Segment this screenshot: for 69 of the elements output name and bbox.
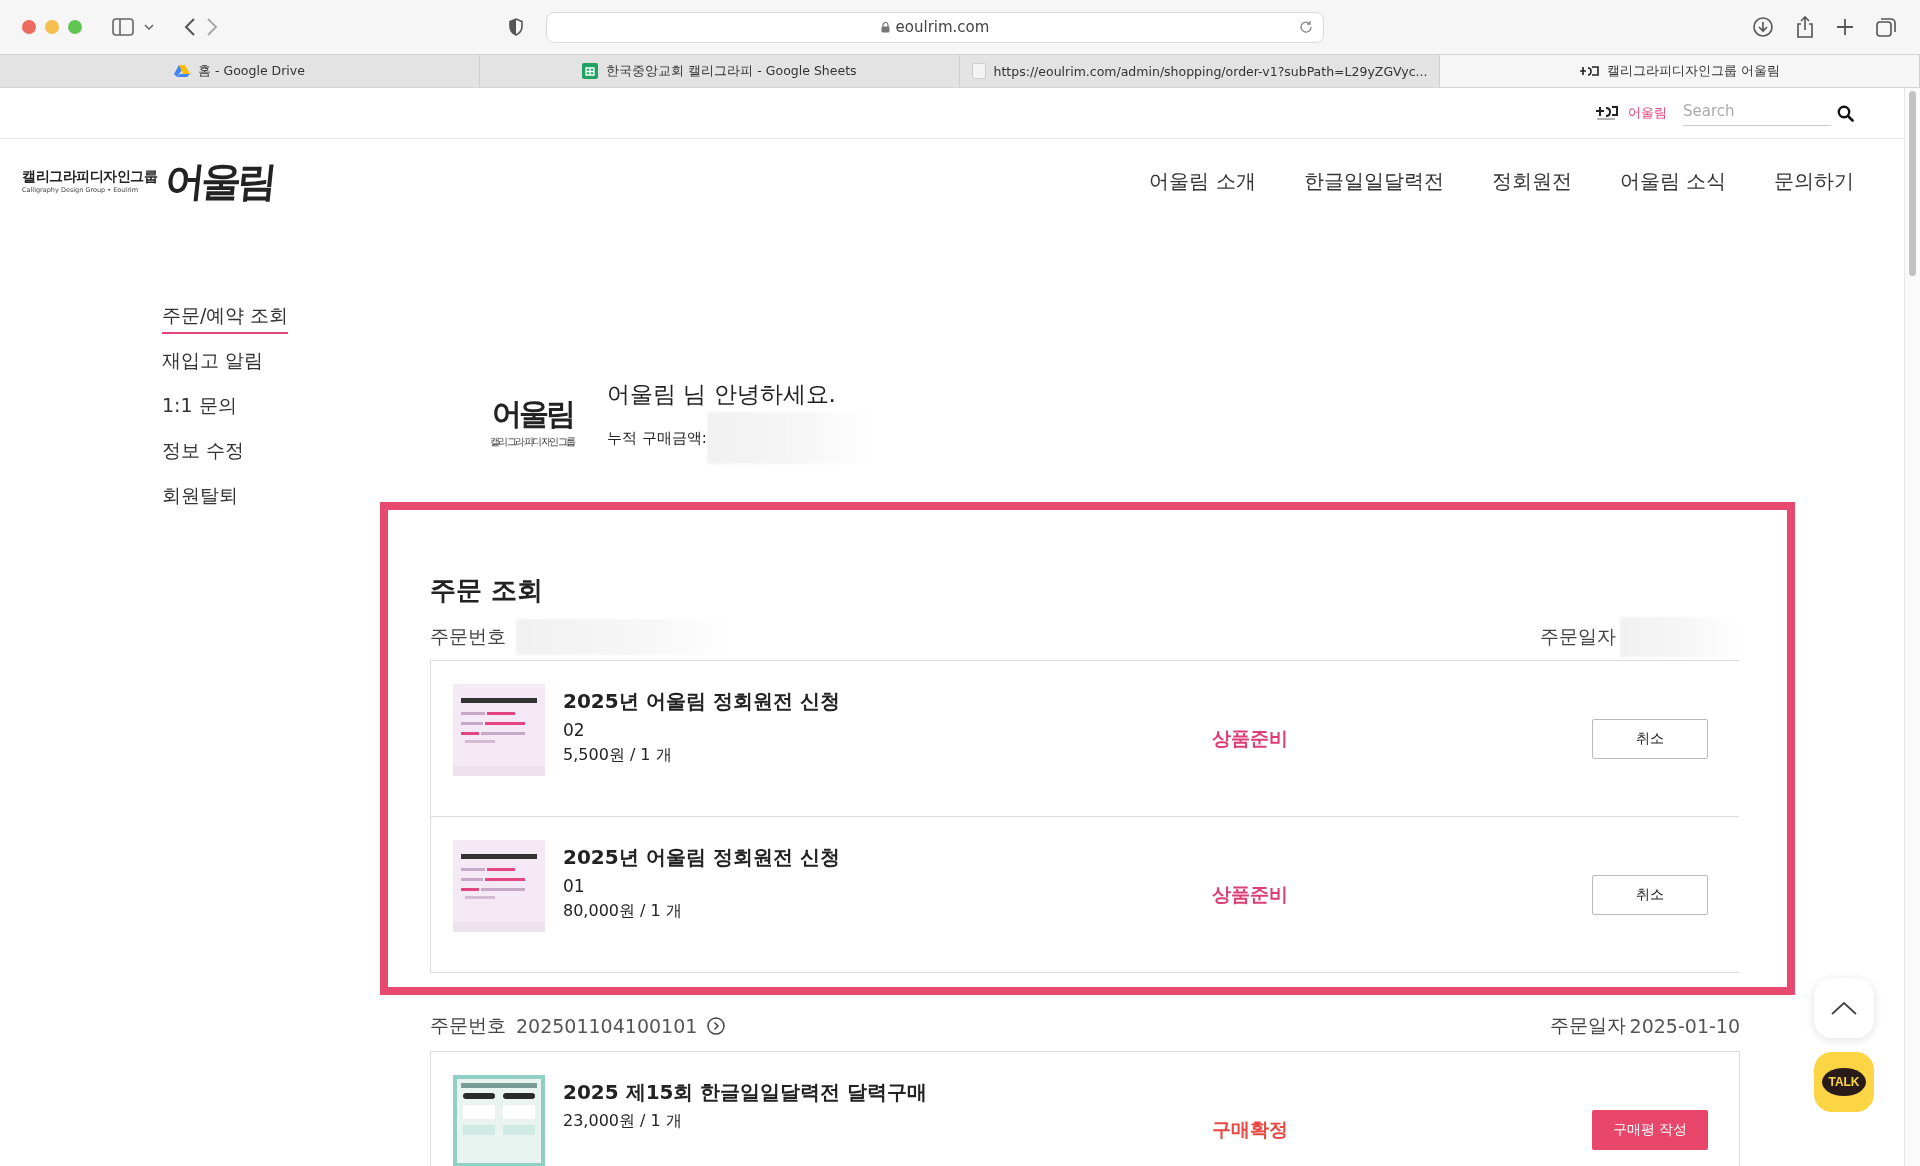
lock-icon (880, 21, 890, 33)
product-price: 80,000원 / 1 개 (563, 901, 683, 922)
reload-icon[interactable] (1299, 20, 1313, 34)
nav-link[interactable]: 어울림 소식 (1619, 167, 1726, 195)
product-title[interactable]: 2025년 어울림 정회원전 신청 (563, 844, 1180, 871)
share-icon[interactable] (1796, 16, 1814, 38)
nav-link[interactable]: 정회원전 (1491, 167, 1572, 195)
greeting: 어울림 님 안녕하세요. (607, 380, 837, 409)
order-date: 2025-01-10 (1629, 1015, 1740, 1037)
address-bar[interactable]: eoulrim.com (546, 11, 1324, 43)
close-icon[interactable] (22, 20, 36, 34)
browser-tab[interactable]: 캘리그라피디자인그룹 어울림 (1440, 55, 1920, 87)
nav-link[interactable]: 문의하기 (1774, 167, 1854, 195)
cancel-button[interactable]: 취소 (1592, 875, 1708, 915)
back-icon[interactable] (184, 17, 196, 37)
tab-title: https://eoulrim.com/admin/shopping/order-v1?subPath=L29yZGVyc... (993, 63, 1428, 79)
logo-caption: 캘리그라피디자인그룹 (489, 435, 575, 449)
sidebar-item[interactable]: 회원탈퇴 (162, 483, 238, 514)
chevron-down-icon[interactable] (144, 23, 154, 31)
chevron-up-icon (1831, 1001, 1857, 1015)
browser-tab[interactable]: 한국중앙교회 캘리그라피 - Google Sheets (480, 55, 960, 87)
order-status: 구매확정 (1211, 1117, 1289, 1142)
scrollbar[interactable] (1904, 88, 1920, 1166)
order-number: 202501104100101 (516, 1015, 698, 1037)
brand-name: 캘리그라피디자인그룹 (22, 168, 157, 186)
cancel-button[interactable]: 취소 (1592, 719, 1708, 759)
sidebar-item[interactable]: 주문/예약 조회 (162, 303, 289, 334)
sidebar-item[interactable]: 1:1 문의 (162, 393, 237, 424)
spreadsheet-icon (582, 63, 599, 79)
logo-icon (1579, 65, 1599, 77)
chat-button[interactable]: TALK (1814, 1052, 1874, 1112)
sidebar-icon[interactable] (112, 18, 134, 36)
total-label: 누적 구매금액: (607, 428, 707, 448)
product-title[interactable]: 2025 제15회 한글일일달력전 달력구매 (563, 1079, 1180, 1106)
order-date-label: 주문일자 (1549, 1013, 1626, 1038)
product-option: 01 (563, 876, 1180, 896)
tab-title: 한국중앙교회 캘리그라피 - Google Sheets (606, 62, 857, 80)
tab-title: 캘리그라피디자인그룹 어울림 (1607, 62, 1780, 80)
order-number-label: 주문번호 (430, 624, 506, 649)
sidebar-item[interactable]: 재입고 알림 (162, 348, 264, 379)
page-icon (971, 63, 986, 79)
order-status: 상품준비 (1211, 882, 1289, 907)
top-link[interactable]: 어울림 (1628, 104, 1667, 122)
search-icon[interactable] (1837, 104, 1854, 122)
order-status: 상품준비 (1211, 726, 1289, 751)
download-icon[interactable] (1752, 16, 1774, 38)
tab-title: 홈 - Google Drive (198, 62, 305, 80)
scrollbar-thumb[interactable] (1909, 91, 1916, 276)
plus-icon[interactable] (1836, 18, 1854, 36)
logo-text[interactable]: 어울림 (162, 153, 276, 209)
tabs-overview-icon[interactable] (1876, 17, 1896, 37)
product-price: 5,500원 / 1 개 (563, 745, 673, 766)
product-option: 02 (563, 720, 1180, 740)
section-title: 주문 조회 (430, 574, 545, 607)
shield-icon[interactable] (508, 18, 524, 36)
nav-link[interactable]: 한글일일달력전 (1303, 167, 1444, 195)
order-date-label: 주문일자 (1540, 624, 1616, 649)
chevron-circle-icon[interactable] (707, 1017, 726, 1035)
order-number-label: 주문번호 (430, 1013, 506, 1038)
browser-tab[interactable]: 홈 - Google Drive (0, 55, 480, 87)
nav-link[interactable]: 어울림 소개 (1149, 167, 1256, 195)
logo-icon (1594, 104, 1618, 122)
product-price: 23,000원 / 1 개 (563, 1111, 683, 1132)
url-text: eoulrim.com (895, 18, 990, 36)
review-button[interactable]: 구매평 작성 (1592, 1110, 1708, 1150)
sidebar-item[interactable]: 정보 수정 (162, 438, 245, 469)
drive-icon (174, 64, 191, 78)
product-title[interactable]: 2025년 어울림 정회원전 신청 (563, 688, 1180, 715)
logo-text: 어울림 (491, 395, 573, 433)
